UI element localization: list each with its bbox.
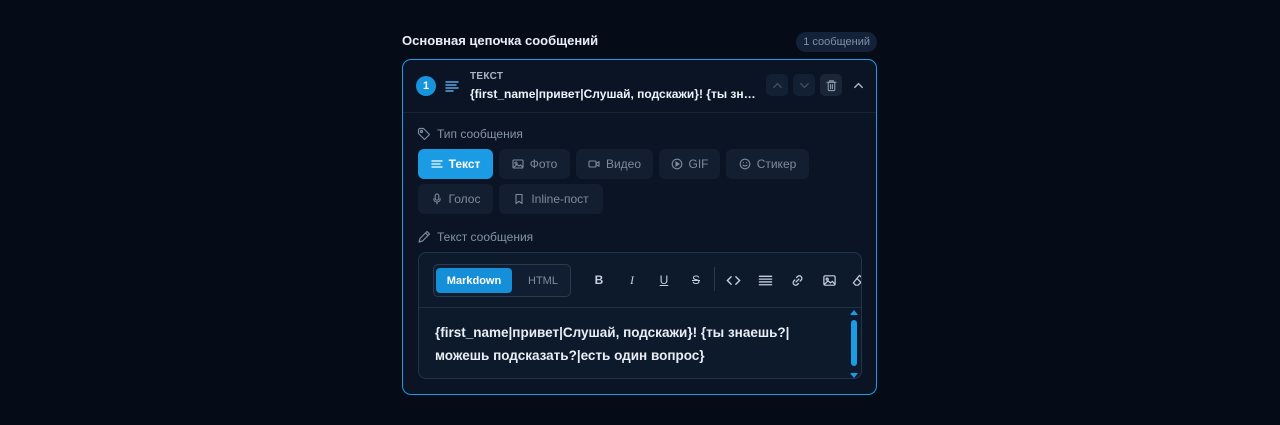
text-lines-icon (430, 160, 443, 168)
chain-header: Основная цепочка сообщений 1 сообщений (402, 30, 877, 52)
type-chip-photo[interactable]: Фото (499, 149, 570, 179)
move-up-button[interactable] (766, 74, 788, 96)
italic-button[interactable]: I (621, 269, 643, 291)
message-card-header[interactable]: 1 ТЕКСТ {first_name|привет|Слушай, подск… (403, 60, 876, 113)
link-icon (792, 274, 802, 286)
type-chip-text[interactable]: Текст (418, 149, 493, 179)
type-chip-gif-label: GIF (688, 157, 709, 171)
message-text-section-label: Текст сообщения (417, 230, 533, 244)
type-chip-sticker[interactable]: Стикер (726, 149, 809, 179)
message-number-badge: 1 (416, 76, 436, 96)
message-card: 1 ТЕКСТ {first_name|привет|Слушай, подск… (402, 59, 877, 395)
scroll-up-arrow[interactable] (850, 310, 858, 315)
message-type-label: ТЕКСТ (470, 71, 504, 82)
chevron-down-icon (799, 82, 809, 88)
insert-image-button[interactable] (818, 269, 840, 291)
editor-content[interactable]: {first_name|привет|Слушай, подскажи}! {т… (435, 321, 815, 367)
type-chip-voice-label: Голос (448, 192, 481, 206)
chevron-up-icon (772, 82, 782, 88)
chain-title: Основная цепочка сообщений (402, 33, 599, 48)
move-down-button[interactable] (793, 74, 815, 96)
scroll-thumb[interactable] (851, 320, 857, 366)
tag-icon (417, 127, 431, 141)
collapse-button[interactable] (847, 74, 869, 96)
play-circle-icon (671, 158, 682, 170)
type-chip-text-label: Текст (448, 157, 481, 171)
text-lines-icon (445, 81, 459, 92)
type-chip-video-label: Видео (605, 157, 642, 171)
toolbar-divider (714, 267, 715, 291)
html-mode-button[interactable]: HTML (520, 268, 566, 293)
editor-content-line-2: можешь подсказать?|есть один вопрос} (435, 348, 705, 363)
editor-content-line-1: {first_name|привет|Слушай, подскажи}! {т… (435, 325, 790, 340)
type-chip-gif[interactable]: GIF (659, 149, 720, 179)
type-chip-video[interactable]: Видео (576, 149, 653, 179)
format-mode-toggle: Markdown HTML (433, 264, 571, 297)
align-button[interactable] (754, 269, 776, 291)
message-chain-panel: Основная цепочка сообщений 1 сообщений 1… (402, 30, 877, 395)
link-button[interactable] (786, 269, 808, 291)
strikethrough-button[interactable]: S (685, 269, 707, 291)
code-icon (725, 275, 741, 285)
message-text-label-text: Текст сообщения (437, 230, 534, 244)
delete-message-button[interactable] (820, 74, 842, 96)
align-lines-icon (758, 275, 772, 285)
video-icon (588, 160, 600, 168)
message-type-label-text: Тип сообщения (437, 127, 523, 141)
bookmark-icon (515, 193, 523, 205)
smile-icon (739, 158, 751, 170)
editor-scrollbar[interactable] (847, 308, 861, 378)
message-count-badge: 1 сообщений (796, 32, 877, 52)
type-chip-inline-post[interactable]: Inline-пост (499, 184, 603, 214)
type-chip-photo-label: Фото (529, 157, 558, 171)
type-chip-inline-post-label: Inline-пост (531, 192, 589, 206)
scroll-down-arrow[interactable] (850, 373, 858, 378)
pencil-icon (418, 230, 431, 243)
microphone-icon (432, 193, 441, 205)
type-chip-voice[interactable]: Голос (418, 184, 493, 214)
underline-button[interactable]: U (653, 269, 675, 291)
clear-format-button[interactable] (847, 269, 861, 291)
code-button[interactable] (722, 269, 744, 291)
message-text-editor: Markdown HTML B I U S {first_name|привет… (418, 252, 862, 379)
message-preview: {first_name|привет|Слушай, подскажи}! {т… (470, 87, 760, 101)
eraser-icon (852, 274, 861, 286)
editor-toolbar: Markdown HTML B I U S (419, 253, 861, 308)
type-chip-sticker-label: Стикер (756, 157, 797, 171)
markdown-mode-button[interactable]: Markdown (436, 268, 512, 293)
bold-button[interactable]: B (588, 269, 610, 291)
image-icon (822, 274, 836, 286)
image-icon (512, 159, 524, 169)
message-type-section-label: Тип сообщения (417, 127, 523, 141)
trash-icon (825, 79, 837, 91)
chevron-up-icon (853, 82, 863, 88)
